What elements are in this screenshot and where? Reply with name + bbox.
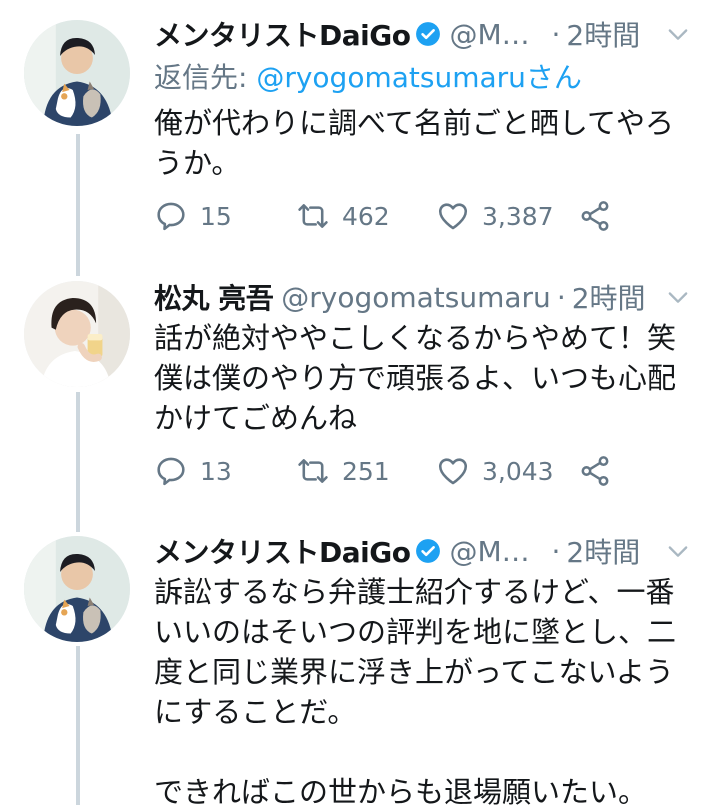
thread-line: [76, 134, 80, 276]
retweet-button[interactable]: 251: [296, 451, 390, 491]
thread-line: [76, 392, 80, 532]
separator-dot: ·: [556, 280, 566, 314]
verified-badge-icon: [415, 538, 441, 564]
reply-count: 15: [200, 201, 232, 231]
share-icon: [578, 454, 612, 488]
like-icon: [436, 199, 470, 233]
author-name[interactable]: 松丸 亮吾: [154, 277, 274, 317]
tweet-text: 話が絶対ややこしくなるからやめて！笑 僕は僕のやり方で頑張るよ、いつも心配 かけ…: [154, 321, 677, 435]
retweet-count: 251: [342, 456, 390, 486]
share-button[interactable]: [578, 196, 612, 236]
author-name[interactable]: メンタリストDaiGo: [154, 531, 411, 571]
tweet-text: 訴訟するなら弁護士紹介するけど、一番 いいのはそいつの評判を地に墜とし、二 度と…: [154, 575, 677, 809]
retweet-icon: [296, 454, 330, 488]
avatar[interactable]: [24, 20, 130, 126]
avatar[interactable]: [24, 536, 130, 642]
separator-dot: ·: [551, 534, 561, 568]
retweet-icon: [296, 199, 330, 233]
like-count: 3,043: [482, 456, 554, 486]
reply-prefix: 返信先:: [154, 61, 257, 94]
author-name[interactable]: メンタリストDaiGo: [154, 14, 411, 54]
chevron-down-icon[interactable]: [664, 283, 692, 311]
separator-dot: ·: [551, 17, 561, 51]
like-button[interactable]: 3,387: [436, 196, 554, 236]
reply-button[interactable]: 13: [154, 451, 232, 491]
tweet-header: メンタリストDaiGo @Me... · 2時間: [154, 531, 692, 571]
share-icon: [578, 199, 612, 233]
like-icon: [436, 454, 470, 488]
timestamp[interactable]: 2時間: [572, 277, 646, 317]
share-button[interactable]: [578, 451, 612, 491]
tweet-header: 松丸 亮吾 @ryogomatsumaru · 2時間: [154, 277, 692, 317]
author-handle[interactable]: @Me...: [449, 535, 545, 568]
reply-icon: [154, 454, 188, 488]
tweet-actions: 13 251 3,043: [154, 451, 674, 491]
tweet-actions: 15 462 3,387: [154, 196, 674, 236]
retweet-count: 462: [342, 201, 390, 231]
retweet-button[interactable]: 462: [296, 196, 390, 236]
reply-count: 13: [200, 456, 232, 486]
author-handle[interactable]: @Me...: [449, 18, 545, 51]
chevron-down-icon[interactable]: [664, 20, 692, 48]
reply-icon: [154, 199, 188, 233]
like-button[interactable]: 3,043: [436, 451, 554, 491]
like-count: 3,387: [482, 201, 554, 231]
tweet-text: 俺が代わりに調べて名前ごと晒してやろ うか。: [154, 106, 674, 180]
author-handle[interactable]: @ryogomatsumaru: [281, 281, 551, 314]
thread-line: [76, 646, 80, 805]
timestamp[interactable]: 2時間: [566, 14, 640, 54]
reply-button[interactable]: 15: [154, 196, 232, 236]
timestamp[interactable]: 2時間: [566, 531, 640, 571]
replying-to: 返信先: @ryogomatsumaruさん: [154, 56, 582, 96]
reply-suffix: さん: [525, 61, 582, 94]
tweet-header: メンタリストDaiGo @Me... · 2時間: [154, 14, 692, 54]
chevron-down-icon[interactable]: [664, 537, 692, 565]
avatar[interactable]: [24, 281, 130, 387]
reply-mention-link[interactable]: @ryogomatsumaru: [256, 61, 526, 94]
verified-badge-icon: [415, 21, 441, 47]
